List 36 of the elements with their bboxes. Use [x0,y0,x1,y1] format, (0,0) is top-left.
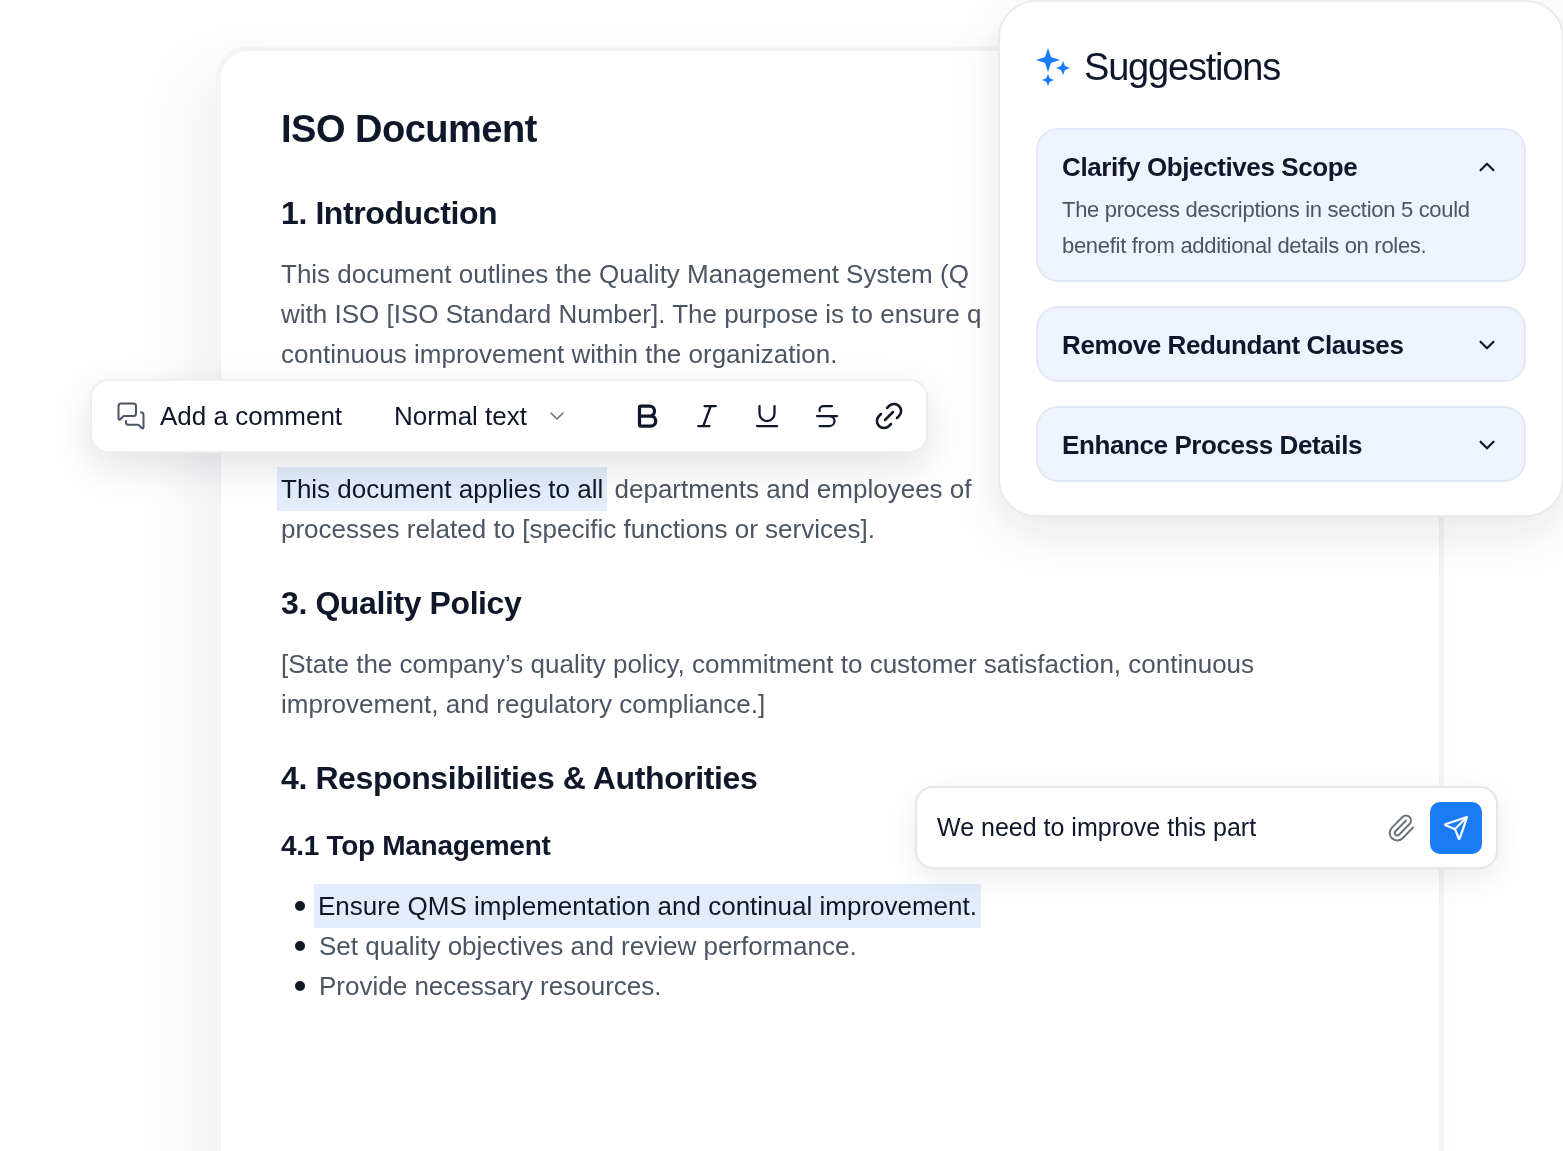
chat-bubbles-icon [116,401,146,431]
paragraph-text: processes related to [specific functions or services]. [281,513,875,546]
comment-field[interactable]: We need to improve this part [915,786,1498,869]
section-heading: 1. Introduction [281,194,498,233]
bullet-icon [295,941,305,951]
paragraph-text: [State the company’s quality policy, commitment to customer satisfaction, continuous [281,648,1255,681]
paragraph-text: with ISO [ISO Standard Number]. The purpose is to ensure q [281,298,982,331]
suggestion-title: Clarify Objectives Scope [1062,151,1358,183]
paperclip-icon[interactable] [1386,812,1416,843]
section-heading: 4. Responsibilities & Authorities [281,759,758,798]
sparkle-icon [1036,48,1072,86]
highlighted-text: This document applies to all [277,467,608,511]
paragraph-text: departments and employees of [613,473,972,506]
suggestion-title: Remove Redundant Clauses [1062,329,1404,361]
suggestion-card[interactable]: Remove Redundant Clauses [1036,306,1526,382]
list-item: Set quality objectives and review performance. [319,930,857,963]
bullet-icon [295,981,305,991]
document-title: ISO Document [281,107,537,151]
paragraph-text: continuous improvement within the organization. [281,338,838,371]
send-button[interactable] [1430,801,1482,854]
suggestion-title: Enhance Process Details [1062,429,1363,461]
highlighted-list-item: Ensure QMS implementation and continual improvement. [314,884,981,928]
suggestion-card[interactable]: Enhance Process Details [1036,406,1526,482]
add-comment-button[interactable]: Add a comment [112,394,347,438]
paragraph-text: improvement, and regulatory compliance.] [281,688,766,721]
list-item: Provide necessary resources. [319,970,662,1003]
paragraph-text: This document outlines the Quality Management System (Q [281,258,969,291]
send-icon [1443,814,1469,841]
bullet-icon [295,901,305,911]
subsection-heading: 4.1 Top Management [281,829,551,863]
panel-title: Suggestions [1084,45,1280,89]
text-style-dropdown[interactable]: Normal text [390,394,573,438]
section-heading: 3. Quality Policy [281,584,522,623]
suggestion-card[interactable]: Clarify Objectives Scope The process descriptions in section 5 could benefit from additional details on roles. [1036,128,1526,282]
suggestion-description: The process descriptions in section 5 could benefit from additional details on roles. [1062,196,1471,260]
comment-input[interactable]: We need to improve this part [937,813,1372,842]
